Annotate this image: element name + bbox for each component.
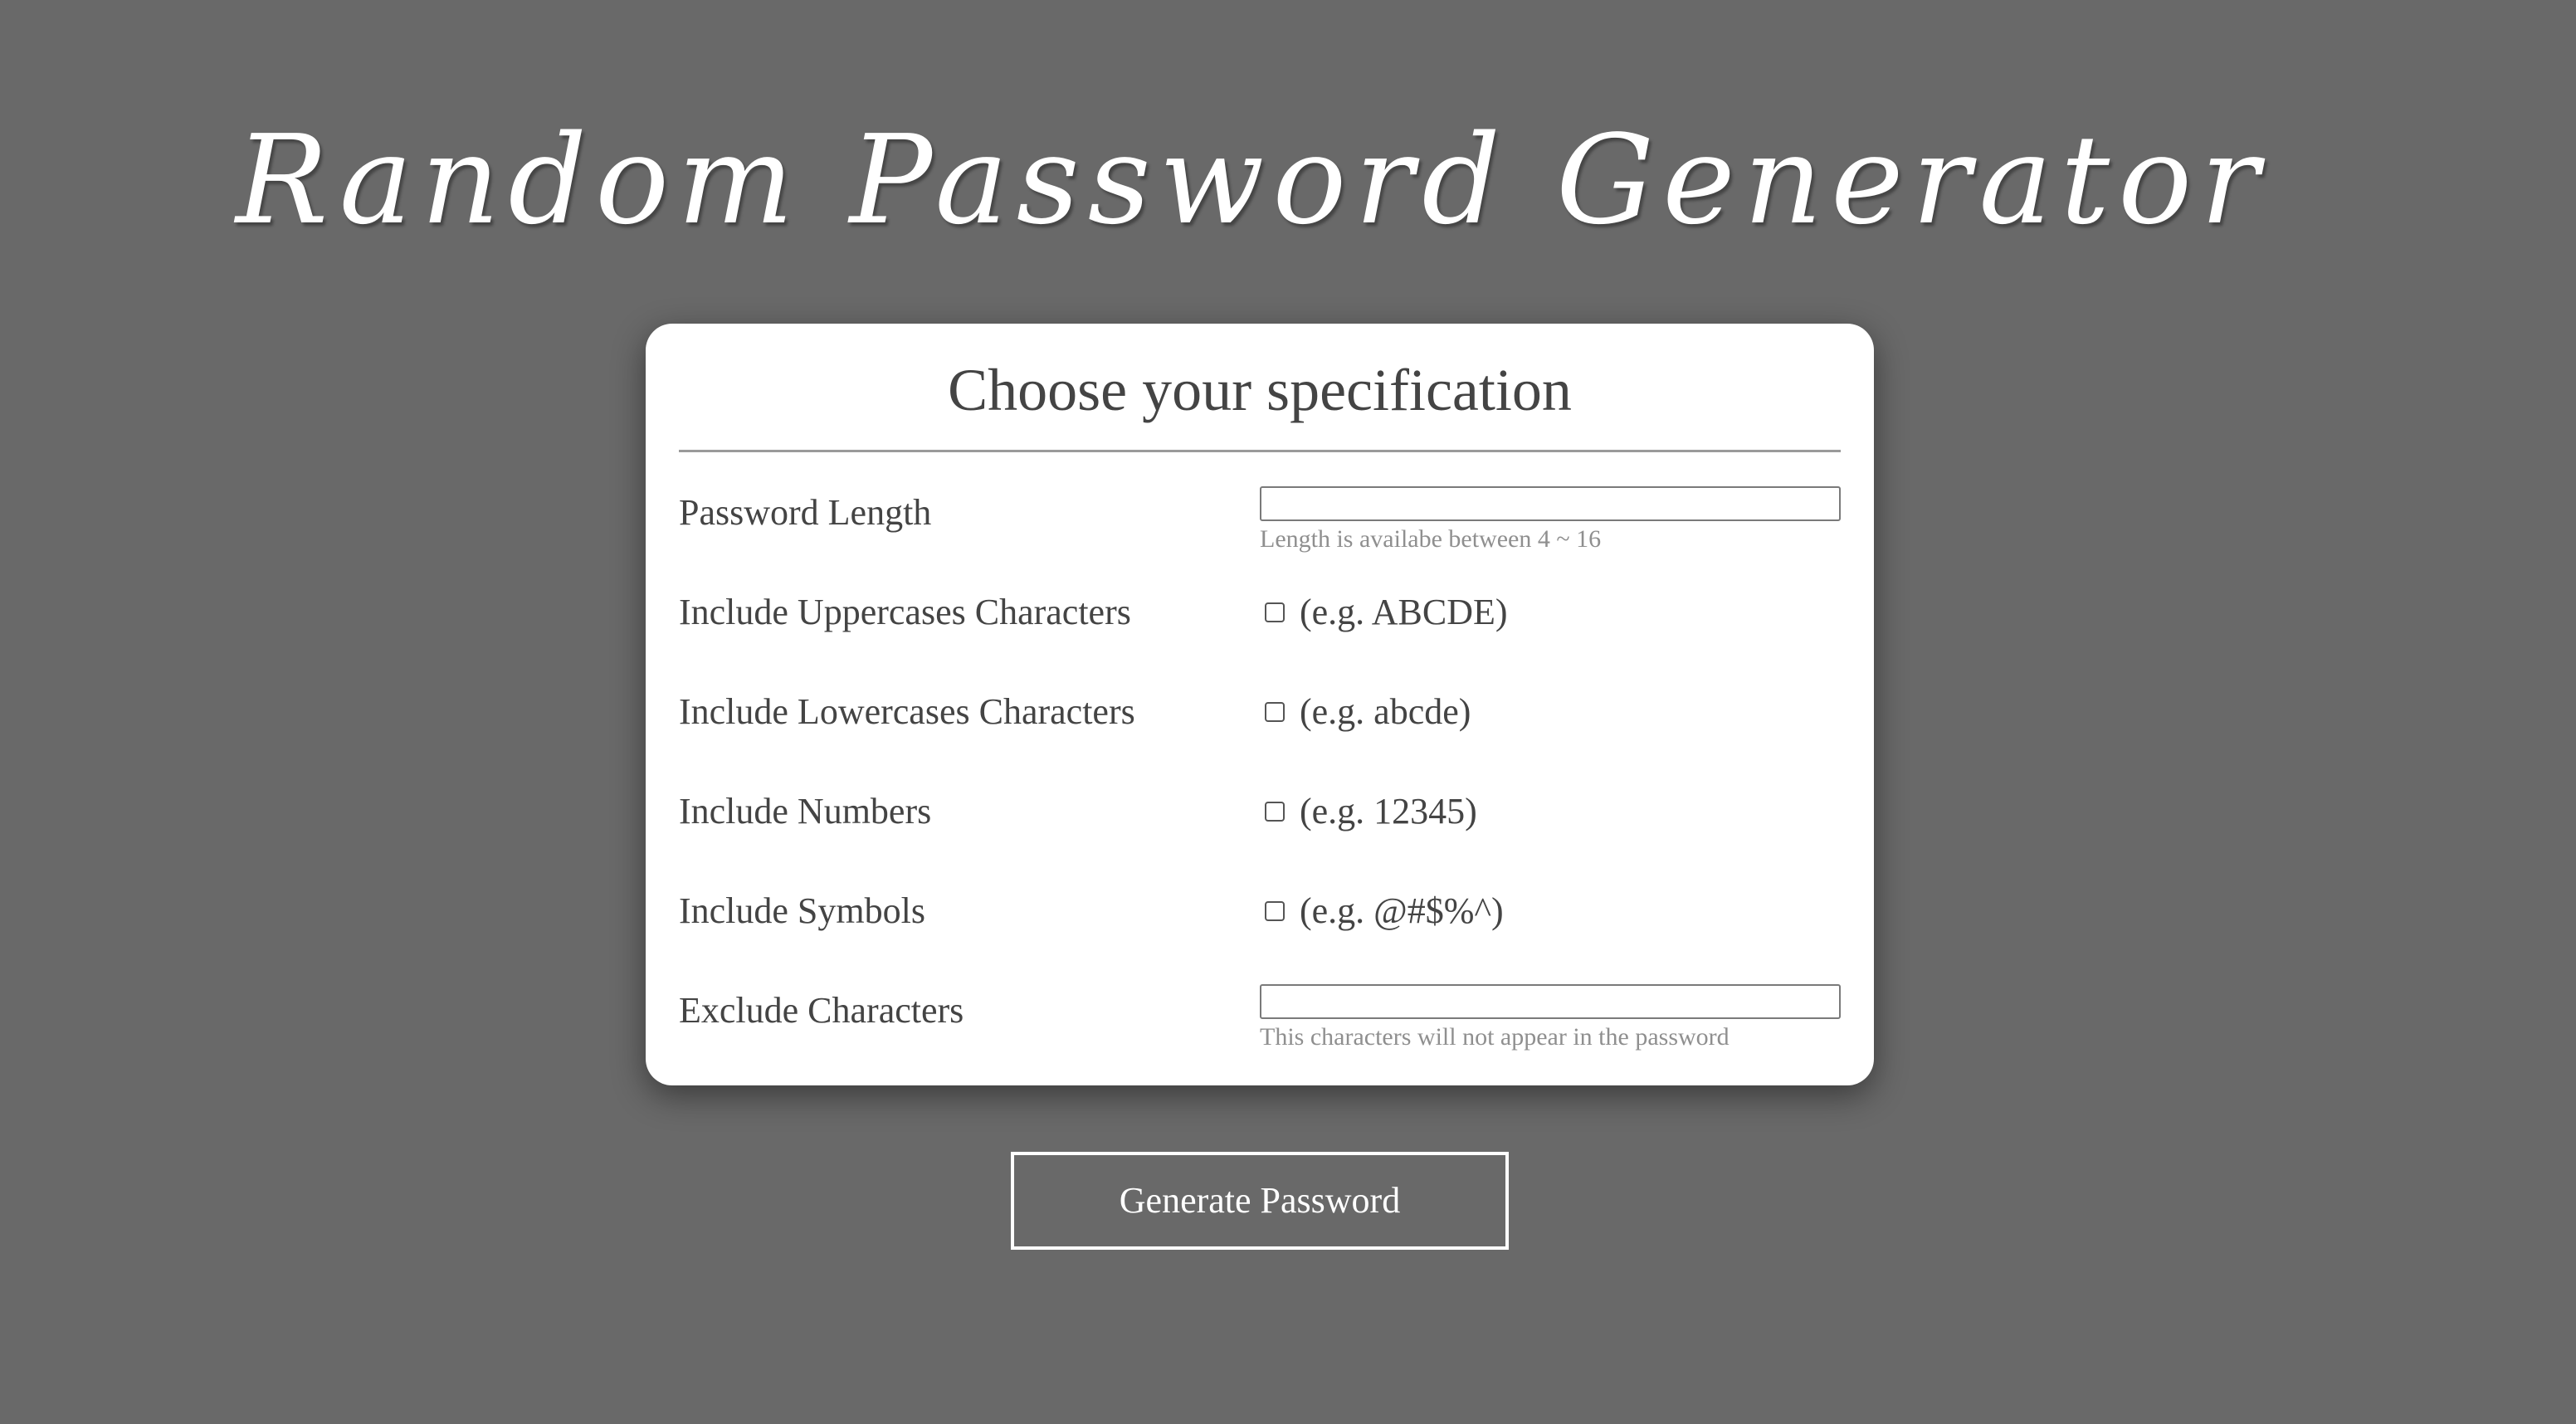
numbers-checkbox[interactable] [1265, 802, 1285, 822]
uppercase-example: (e.g. ABCDE) [1300, 592, 1508, 632]
page-title: Random Password Generator [235, 109, 2268, 251]
symbols-option: (e.g. @#$%^) [1265, 888, 1504, 934]
exclude-characters-hint: This characters will not appear in the p… [1260, 1023, 1730, 1051]
symbols-example: (e.g. @#$%^) [1300, 890, 1504, 931]
card-title: Choose your specification [948, 357, 1572, 423]
exclude-characters-input[interactable] [1260, 984, 1841, 1019]
numbers-example: (e.g. 12345) [1300, 791, 1477, 831]
uppercase-option: (e.g. ABCDE) [1265, 589, 1508, 636]
divider [679, 450, 1841, 452]
uppercase-checkbox[interactable] [1265, 602, 1285, 622]
specification-card: Choose your specification Password Lengt… [646, 324, 1874, 1085]
password-length-hint: Length is availabe between 4 ~ 16 [1260, 525, 1602, 553]
exclude-characters-label: Exclude Characters [679, 990, 964, 1031]
lowercase-example: (e.g. abcde) [1300, 691, 1471, 732]
numbers-option: (e.g. 12345) [1265, 788, 1477, 835]
password-length-input[interactable] [1260, 486, 1841, 521]
symbols-checkbox[interactable] [1265, 901, 1285, 921]
lowercase-option: (e.g. abcde) [1265, 689, 1471, 735]
generate-password-button[interactable]: Generate Password [1011, 1152, 1509, 1250]
uppercase-label: Include Uppercases Characters [679, 592, 1131, 632]
lowercase-checkbox[interactable] [1265, 702, 1285, 722]
symbols-label: Include Symbols [679, 890, 925, 931]
lowercase-label: Include Lowercases Characters [679, 691, 1135, 732]
password-length-label: Password Length [679, 492, 932, 533]
numbers-label: Include Numbers [679, 791, 932, 831]
